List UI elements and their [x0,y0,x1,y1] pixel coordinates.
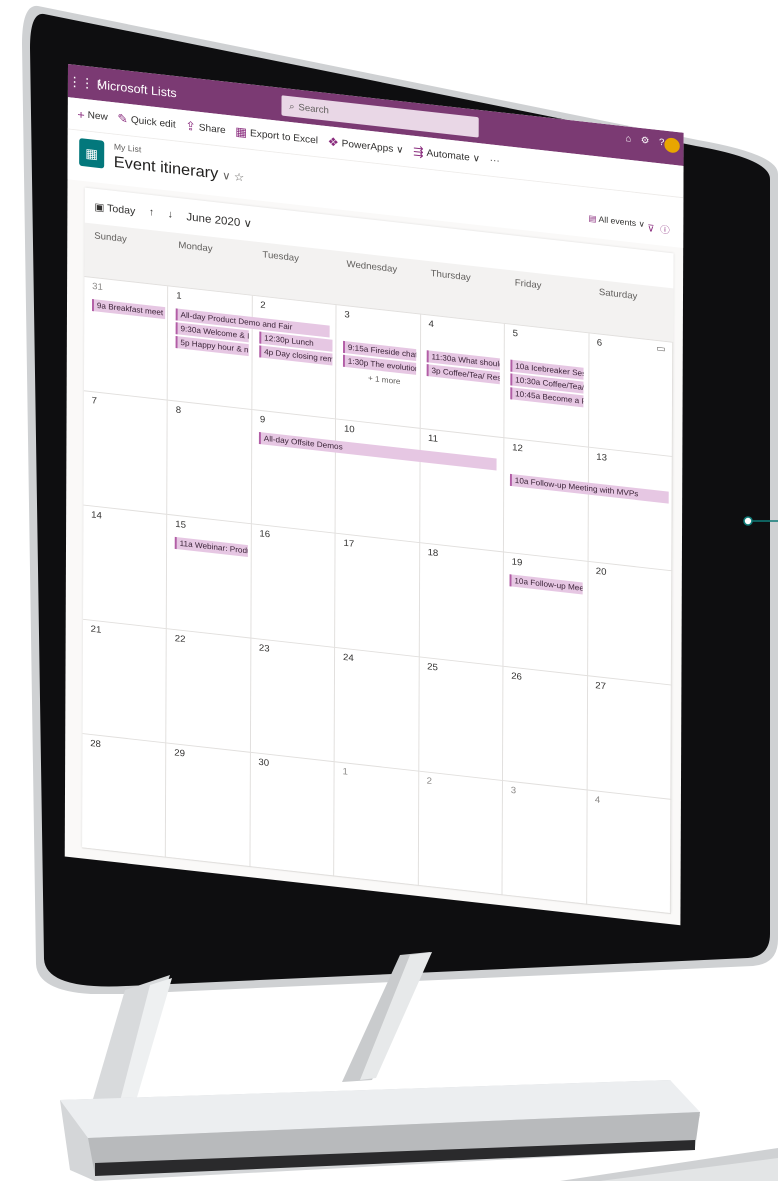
export-label: Export to Excel [250,127,319,147]
event-item[interactable]: 11a Webinar: Product Mana... [174,536,248,558]
weekday-label: Monday [178,240,213,255]
weekday-label: Saturday [598,287,638,302]
powerapps-button[interactable]: ❖ PowerApps ∨ [328,134,404,157]
title-actions[interactable]: ∨ ☆ [222,169,244,184]
today-button[interactable]: ▣ Today [94,200,135,217]
title-text: Event itinerary [113,153,219,183]
weekday-label: Sunday [94,231,127,245]
more-icon: ··· [489,154,500,167]
quick-edit-label: Quick edit [130,114,176,131]
more-button[interactable]: ··· [490,154,500,166]
filter-icon[interactable]: ⊽ [647,224,660,236]
app-screen: ⋮⋮⋮ Microsoft Lists ⌂⚙? ⌕ Search +New ✎Q… [64,64,684,926]
event-item[interactable]: 9a Breakfast meet & greet [92,299,166,320]
add-icon: + [77,107,85,122]
collapse-icon[interactable]: ▭ [656,344,665,355]
page-title[interactable]: Event itinerary ∨ ☆ [114,153,244,186]
export-excel-button[interactable]: ▦ Export to Excel [235,124,318,148]
header-icons: ⊽ⓘ [647,220,675,237]
automate-label: Automate ∨ [426,147,481,165]
view-selector[interactable]: ▤ All events ∨ [588,213,644,229]
weekday-label: Thursday [430,268,471,284]
calendar: ▣ Today ↑ ↓ June 2020 ∨ Sunday Monday Tu… [82,187,674,915]
events-layer: 9a Breakfast meet & greet All-day Produc… [82,276,673,913]
event-item[interactable]: All-day Offsite Demos [258,431,497,471]
app-name[interactable]: Microsoft Lists [97,77,177,100]
excel-icon: ▦ [235,124,248,140]
event-item[interactable]: 10a Follow-up Meeting with... [509,574,583,595]
search-icon: ⌕ [289,101,295,112]
calendar-icon: ▣ [94,201,108,214]
share-button[interactable]: ⇪ Share [185,119,225,138]
view-label: All events ∨ [598,214,645,229]
quick-edit-button[interactable]: ✎ Quick edit [117,111,175,132]
weekday-label: Friday [514,278,542,292]
callout-connector [743,516,778,526]
share-icon: ⇪ [185,118,196,134]
more-events-link[interactable]: + 1 more [368,373,401,386]
share-label: Share [198,121,226,137]
breadcrumb[interactable]: My List [114,142,141,154]
next-month-button[interactable]: ↓ [168,209,173,221]
month-selector[interactable]: June 2020 ∨ [186,210,252,230]
automate-icon: ⇶ [413,144,424,160]
previous-month-button[interactable]: ↑ [149,207,154,219]
search-placeholder: Search [298,102,329,116]
info-icon[interactable]: ⓘ [660,225,675,237]
pencil-icon: ✎ [117,111,128,127]
powerapps-icon: ❖ [327,134,339,150]
automate-button[interactable]: ⇶ Automate ∨ [413,144,480,166]
event-item[interactable]: 10a Follow-up Meeting with MVPs [509,473,669,504]
today-label: Today [107,202,136,217]
view-icon: ▤ [588,213,599,224]
weekday-label: Wednesday [346,259,398,276]
weekday-label: Tuesday [262,249,300,265]
powerapps-label: PowerApps ∨ [341,137,404,156]
new-label: New [87,109,108,123]
app-launcher-icon[interactable]: ⋮⋮⋮ [68,73,106,92]
new-button[interactable]: + New [77,107,107,124]
avatar[interactable] [664,137,680,154]
notifications-icon[interactable]: ⌂ [625,134,640,146]
settings-icon[interactable]: ⚙ [641,135,659,147]
list-icon: ▦ [79,138,105,169]
monitor: ⋮⋮⋮ Microsoft Lists ⌂⚙? ⌕ Search +New ✎Q… [8,4,778,994]
